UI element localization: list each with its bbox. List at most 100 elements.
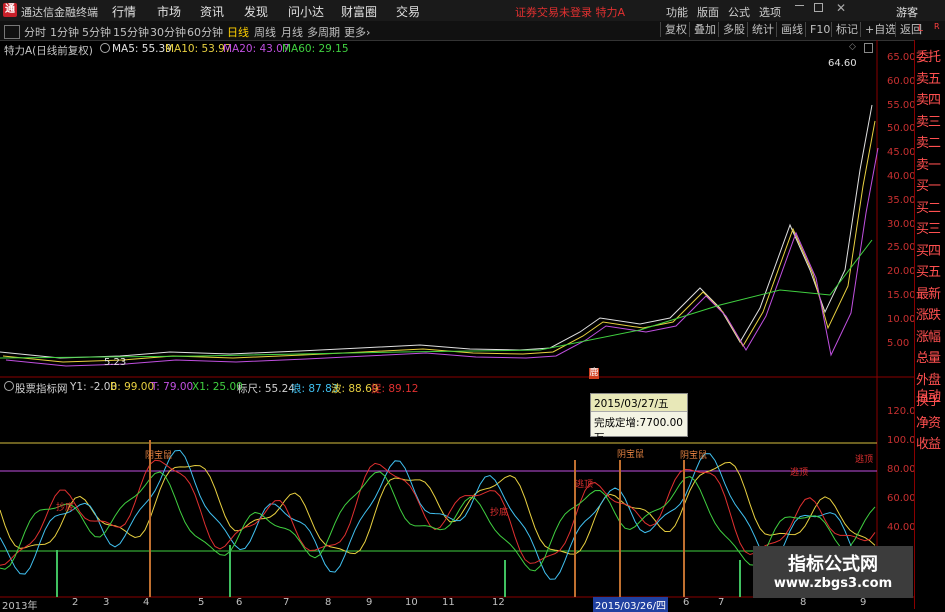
low-price-label: 5.23 [104,357,127,368]
period-monthly[interactable]: 月线 [281,24,303,40]
btn-zixuan[interactable]: +自选 [860,22,896,37]
settings-dot-icon[interactable] [100,43,110,53]
side-panel-item[interactable]: 涨跌 [916,304,941,323]
side-panel-item[interactable]: 最新 [916,283,941,302]
side-panel-item[interactable]: 卖三 [916,111,941,130]
side-panel-item[interactable]: 卖五 [916,68,941,87]
btn-tongji[interactable]: 统计 [747,22,774,37]
y-tick-label: 20.00 [887,266,916,278]
menu-xuanxiang[interactable]: 选项 [759,4,781,20]
period-30min[interactable]: 30分钟 [150,24,186,40]
period-daily[interactable]: 日线 [227,24,249,40]
login-status: 证券交易未登录 特力A [515,6,626,19]
ind-legend-t: T: 79.00 [151,381,194,393]
xaxis-label: 8 [325,597,332,608]
period-15min[interactable]: 15分钟 [113,24,149,40]
app-title: 通达信金融终端 [21,6,98,19]
y-tick-label: 25.00 [887,242,916,254]
side-panel-item[interactable]: 委托 [916,46,941,65]
diamond-icon[interactable]: ◇ [849,42,856,52]
ind-y-tick-label: 80.00 [887,464,916,475]
y-tick-label: 50.00 [887,123,916,135]
minimize-icon[interactable] [795,5,804,6]
menu-zixun[interactable]: 资讯 [200,3,224,20]
period-more[interactable]: 更多› [344,24,370,40]
xaxis-label: 6 [683,597,690,608]
xaxis-label: 11 [442,597,455,608]
y-tick-label: 65.00 [887,52,916,63]
menu-caifuquan[interactable]: 财富圈 [341,3,377,20]
ind-legend-b: B: 99.00 [110,381,155,393]
legend-ma5: MA5: 55.39 [112,43,172,55]
maximize-icon[interactable] [814,3,823,12]
xaxis-label: 9 [366,597,373,608]
btn-diejia[interactable]: 叠加 [689,22,716,37]
side-panel-item[interactable]: 收益 [916,433,941,452]
side-panel-item[interactable]: 买五 [916,261,941,280]
xaxis-label: 7 [283,597,290,608]
y-tick-label: 55.00 [887,99,916,111]
date-tooltip: 2015/03/27/五 完成定增:7700.00万 [590,393,688,444]
watermark-url: www.zbgs3.com [773,576,893,591]
tooltip-text: 完成定增:7700.00万 [594,417,683,444]
grid-layout-icon[interactable] [4,25,20,39]
watermark-box: 指标公式网 www.zbgs3.com [753,546,913,598]
side-panel-item[interactable]: 总量 [916,347,941,366]
period-weekly[interactable]: 周线 [254,24,276,40]
side-panel-item[interactable]: 卖二 [916,132,941,151]
side-panel-item[interactable]: 买二 [916,197,941,216]
ind-legend-name: 股票指标网 [15,383,68,395]
xaxis-label: 12 [492,597,505,608]
period-60min[interactable]: 60分钟 [187,24,223,40]
y-tick-label: 5.00 [887,337,910,349]
menu-shichang[interactable]: 市场 [157,3,181,20]
guest-label[interactable]: 游客 [896,4,918,20]
side-panel-item[interactable]: 买四 [916,240,941,259]
btn-huaxian[interactable]: 画线 [776,22,803,37]
period-fenshi[interactable]: 分时 [24,24,46,40]
tooltip-date: 2015/03/27/五 [594,398,669,410]
signal-label: 阴宝鼠 [145,451,173,461]
period-5min[interactable]: 5分钟 [82,24,111,40]
xaxis-cursor-label: 2015/03/26/四 [593,597,669,612]
side-panel-item[interactable]: 自动 [916,385,941,404]
indicator-settings-icon[interactable] [4,381,14,391]
wave-cyan [0,449,876,580]
wave-yellow [0,461,876,555]
menu-gongshi[interactable]: 公式 [728,4,750,20]
y-tick-label: 60.00 [887,75,916,87]
side-panel-item[interactable]: 买三 [916,218,941,237]
side-panel-item[interactable]: 卖四 [916,89,941,108]
btn-duogu[interactable]: 多股 [718,22,745,37]
panel-toggle-icon[interactable] [864,43,873,53]
btn-f10[interactable]: F10 [805,22,830,37]
signal-label: 阴宝鼠 [617,450,645,460]
ind-legend-biaochi: 标尺: 55.24 [237,383,295,395]
side-panel-item[interactable]: 净资 [916,412,941,431]
event-marker[interactable]: 鹿 [589,368,599,379]
period-1min[interactable]: 1分钟 [50,24,79,40]
btn-fuquan[interactable]: 复权 [660,22,687,37]
signal-label: 抄底 [490,508,509,518]
legend-ma10: MA10: 53.97 [165,43,232,55]
y-tick-label: 10.00 [887,313,916,325]
ma10-line [2,120,876,363]
menu-jiaoyi[interactable]: 交易 [396,3,420,20]
side-panel-item[interactable]: 买一 [916,175,941,194]
panel-letter-r[interactable]: R [934,22,940,31]
menu-gongneng[interactable]: 功能 [666,4,688,20]
y-tick-label: 15.00 [887,290,916,301]
side-panel-item[interactable]: 卖一 [916,154,941,173]
y-tick-label: 30.00 [887,218,916,230]
menu-banmian[interactable]: 版面 [697,4,719,20]
xaxis-label: 9 [860,597,867,608]
ind-legend-x1: X1: 25.00 [192,381,243,393]
side-panel-item[interactable]: 涨幅 [916,326,941,345]
panel-letter-l[interactable]: L [918,24,923,34]
close-icon[interactable]: ✕ [836,1,846,15]
menu-faxian[interactable]: 发现 [244,3,268,20]
menu-hangqing[interactable]: 行情 [112,3,136,20]
period-multi[interactable]: 多周期 [307,24,340,40]
menu-wenxiaoda[interactable]: 问小达 [288,3,324,20]
btn-biaoji[interactable]: 标记 [831,22,858,37]
